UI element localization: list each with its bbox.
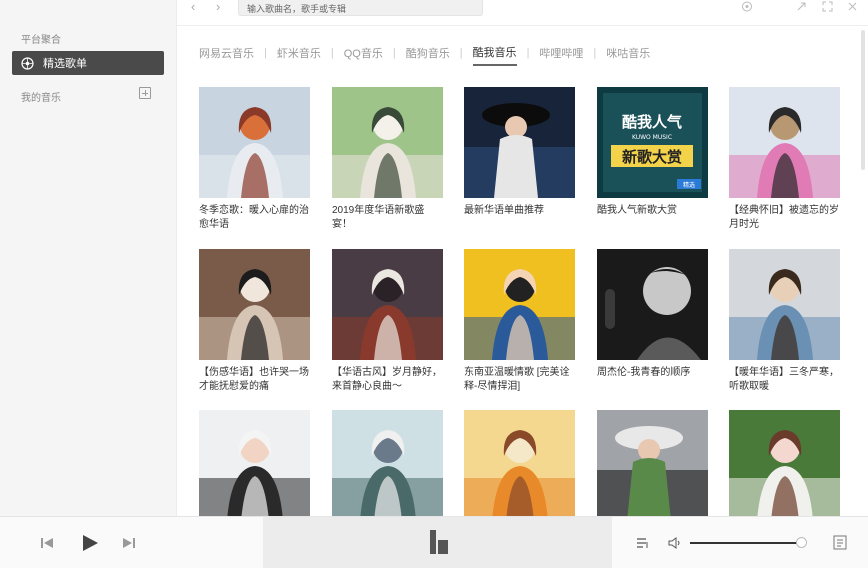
prev-icon[interactable]	[40, 536, 54, 550]
now-playing-area[interactable]	[263, 517, 612, 568]
playlist-cover[interactable]	[464, 249, 575, 360]
playlist-card[interactable]: 【华语古风】岁月静好，来首静心良曲～	[332, 249, 443, 394]
volume-slider[interactable]	[690, 542, 801, 544]
volume-knob[interactable]	[796, 537, 807, 548]
playlist-card[interactable]	[199, 410, 310, 516]
music-app: 平台聚合 精选歌单 我的音乐 ‹ › 网易云音乐 | 虾米音乐 | QQ音乐	[0, 0, 868, 568]
playlist-cover[interactable]	[729, 410, 840, 516]
tab-separator: |	[392, 47, 396, 59]
playlist-icon[interactable]	[636, 537, 650, 549]
tab-separator: |	[459, 47, 463, 59]
player-bar	[0, 516, 868, 568]
tab-platform[interactable]: 酷我音乐	[472, 44, 517, 66]
scrollbar[interactable]	[861, 30, 865, 170]
lyrics-icon[interactable]	[833, 535, 847, 550]
tab-platform[interactable]: QQ音乐	[344, 45, 383, 65]
minimize-icon[interactable]	[796, 1, 807, 15]
sidebar: 平台聚合 精选歌单 我的音乐	[0, 0, 177, 516]
playlist-card[interactable]: 冬季恋歌：暖入心扉的治愈华语	[199, 87, 310, 232]
sidebar-item-label: 精选歌单	[43, 58, 87, 70]
playlist-cover[interactable]	[199, 410, 310, 516]
playlist-card[interactable]: 2019年度华语新歌盛宴！	[332, 87, 443, 232]
playlist-cover[interactable]	[332, 87, 443, 198]
playlist-card[interactable]	[464, 410, 575, 516]
sidebar-section-my-music: 我的音乐	[21, 93, 61, 104]
playlist-card[interactable]: 东南亚温暖情歌 [完美诠释-尽情捍泪]	[464, 249, 575, 394]
playlist-cover[interactable]	[597, 410, 708, 516]
top-bar: ‹ ›	[177, 0, 868, 26]
tab-separator: |	[593, 47, 597, 59]
play-icon[interactable]	[80, 533, 100, 553]
playlist-card[interactable]: 【暖年华语】三冬严寒，听歌取暖	[729, 249, 840, 394]
playlist-card[interactable]: 【伤感华语】也许哭一场才能抚慰爱的痛	[199, 249, 310, 394]
back-arrow-icon[interactable]: ‹	[191, 0, 195, 14]
playlist-title[interactable]: 【暖年华语】三冬严寒，听歌取暖	[729, 366, 840, 394]
playlist-card[interactable]: 最新华语单曲推荐	[464, 87, 575, 232]
volume-icon[interactable]	[668, 537, 682, 549]
svg-text:酷我人气: 酷我人气	[622, 113, 682, 131]
playlist-cover[interactable]	[464, 87, 575, 198]
tab-separator: |	[330, 47, 334, 59]
tab-platform[interactable]: 酷狗音乐	[406, 45, 450, 65]
close-icon[interactable]	[847, 1, 858, 15]
playlist-cover[interactable]	[729, 249, 840, 360]
tab-platform[interactable]: 网易云音乐	[199, 45, 254, 65]
playlist-title[interactable]: 酷我人气新歌大赏	[597, 204, 708, 232]
playlist-title[interactable]: 【华语古风】岁月静好，来首静心良曲～	[332, 366, 443, 394]
playlist-cover[interactable]	[729, 87, 840, 198]
tab-platform[interactable]: 咪咕音乐	[606, 45, 650, 65]
playlist-card[interactable]: 周杰伦-我青春的顺序	[597, 249, 708, 394]
playlist-title[interactable]: 【经典怀旧】被遗忘的岁月时光	[729, 204, 840, 232]
playlist-card[interactable]	[332, 410, 443, 516]
svg-text:KUWO MUSIC: KUWO MUSIC	[632, 134, 672, 141]
tab-platform[interactable]: 哔哩哔哩	[539, 45, 583, 65]
settings-icon[interactable]	[741, 1, 753, 15]
playlist-title[interactable]: 2019年度华语新歌盛宴！	[332, 204, 443, 232]
tab-platform[interactable]: 虾米音乐	[277, 45, 321, 65]
tab-separator: |	[264, 47, 267, 59]
playlist-title[interactable]: 冬季恋歌：暖入心扉的治愈华语	[199, 204, 310, 232]
playlist-card[interactable]: 【经典怀旧】被遗忘的岁月时光	[729, 87, 840, 232]
playlist-title[interactable]: 东南亚温暖情歌 [完美诠释-尽情捍泪]	[464, 366, 575, 394]
platform-tabs: 网易云音乐 | 虾米音乐 | QQ音乐 | 酷狗音乐 | 酷我音乐 | 哔哩哔哩 | 咪咕音乐	[199, 44, 650, 66]
forward-arrow-icon[interactable]: ›	[216, 0, 220, 14]
maximize-icon[interactable]	[822, 1, 833, 15]
svg-text:新歌大赏: 新歌大赏	[622, 148, 682, 166]
playlist-cover[interactable]	[199, 87, 310, 198]
playlist-cover[interactable]	[332, 410, 443, 516]
tab-separator: |	[526, 47, 530, 59]
playlist-cover[interactable]	[464, 410, 575, 516]
sidebar-section-platform: 平台聚合	[21, 35, 61, 46]
disc-icon	[21, 56, 34, 70]
playlist-card[interactable]	[597, 410, 708, 516]
svg-text:精选: 精选	[683, 181, 695, 189]
search-input[interactable]	[238, 0, 483, 16]
playlist-card[interactable]: 酷我人气 KUWO MUSIC 新歌大赏 精选 酷我人气新歌大赏	[597, 87, 708, 232]
playlist-grid: 冬季恋歌：暖入心扉的治愈华语 2019年度华语新歌盛宴！ 最新华语单曲推荐 酷我…	[199, 87, 844, 516]
playlist-cover[interactable]	[199, 249, 310, 360]
playlist-title[interactable]: 【伤感华语】也许哭一场才能抚慰爱的痛	[199, 366, 310, 394]
playlist-title[interactable]: 周杰伦-我青春的顺序	[597, 366, 708, 394]
playlist-card[interactable]	[729, 410, 840, 516]
playlist-cover[interactable]	[597, 249, 708, 360]
playlist-cover[interactable]: 酷我人气 KUWO MUSIC 新歌大赏 精选	[597, 87, 708, 198]
next-icon[interactable]	[122, 536, 136, 550]
add-icon[interactable]	[139, 87, 151, 99]
playlist-title[interactable]: 最新华语单曲推荐	[464, 204, 575, 232]
playlist-cover[interactable]	[332, 249, 443, 360]
app-logo-icon	[430, 530, 448, 554]
sidebar-item-featured-playlists[interactable]: 精选歌单	[12, 51, 164, 75]
